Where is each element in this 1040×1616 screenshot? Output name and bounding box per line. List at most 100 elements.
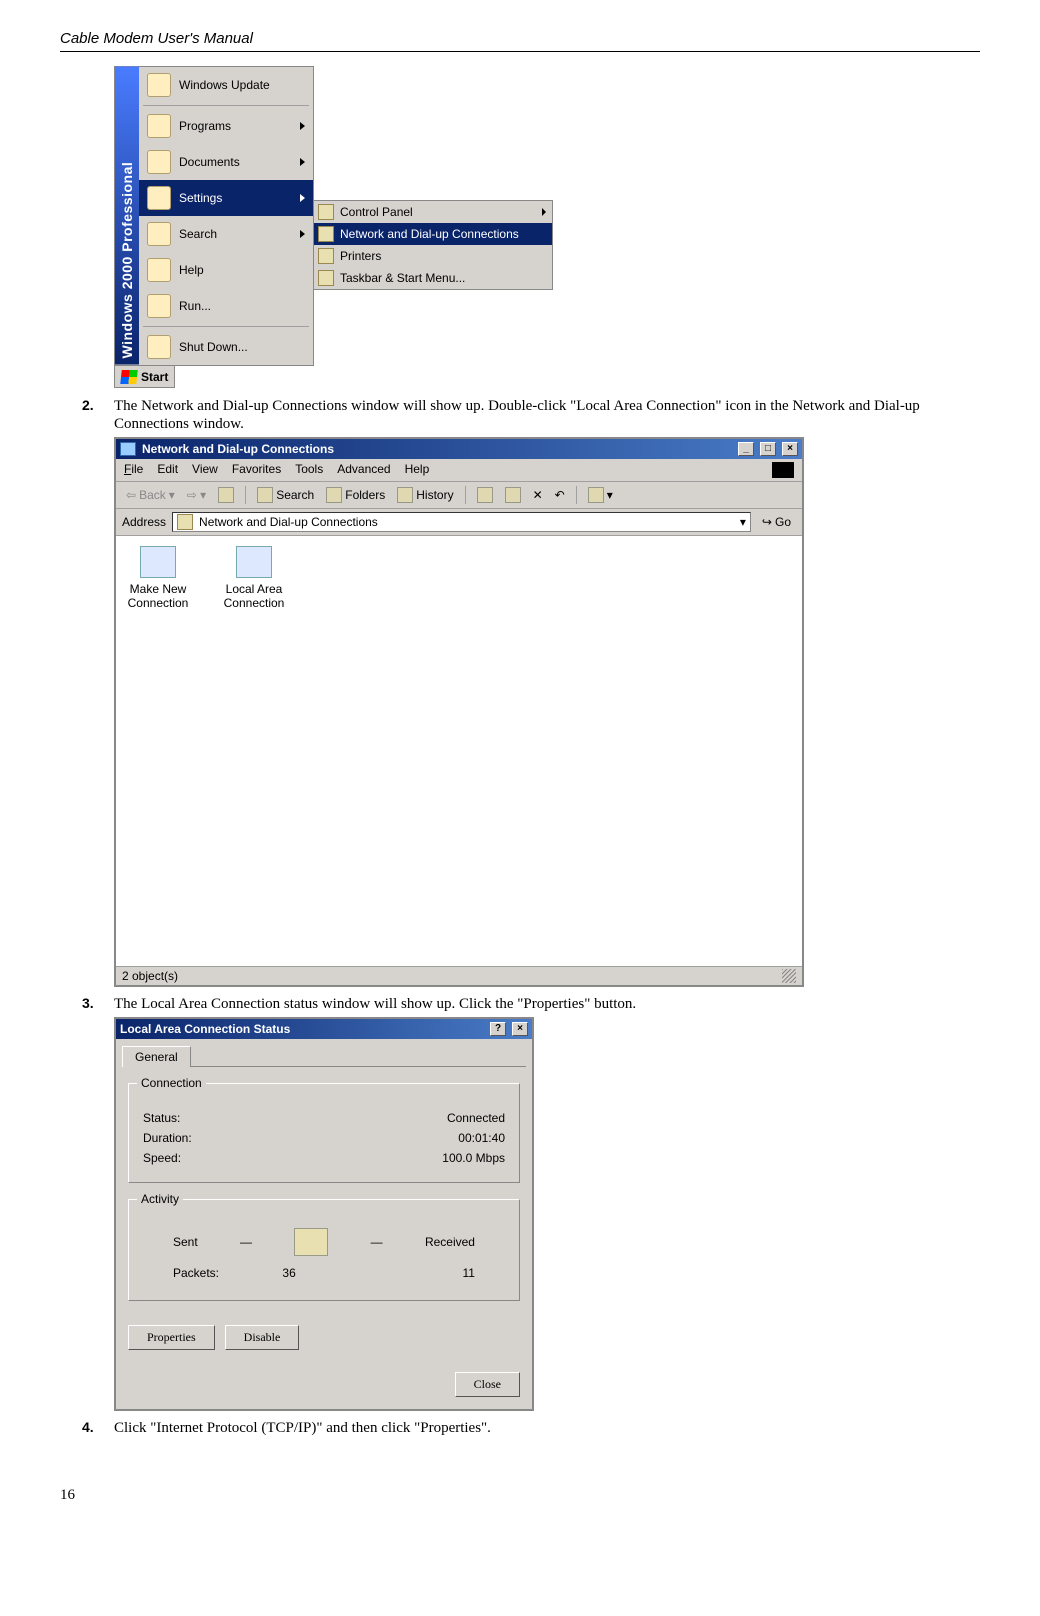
start-menu: Windows 2000 Professional Windows Update… — [114, 66, 314, 366]
step-3: 3. The Local Area Connection status wind… — [82, 995, 980, 1013]
close-button[interactable]: × — [512, 1022, 528, 1036]
connection-group: Connection Status: Connected Duration: 0… — [128, 1083, 520, 1183]
dash: — — [240, 1235, 252, 1249]
activity-group: Activity Sent — — Received Packets: 36 1… — [128, 1199, 520, 1301]
start-item-label: Programs — [179, 119, 231, 133]
address-field[interactable]: Network and Dial-up Connections ▾ — [172, 512, 751, 532]
folders-button[interactable]: Folders — [322, 485, 389, 505]
copyto-button[interactable] — [501, 485, 525, 505]
tab-general[interactable]: General — [122, 1046, 191, 1067]
start-item-shutdown[interactable]: Shut Down... — [139, 329, 313, 365]
search-button[interactable]: Search — [253, 485, 318, 505]
status-label: Status: — [143, 1111, 180, 1125]
properties-button[interactable]: Properties — [128, 1325, 215, 1350]
menu-edit[interactable]: Edit — [157, 462, 178, 478]
close-button[interactable]: × — [782, 442, 798, 456]
disable-button[interactable]: Disable — [225, 1325, 300, 1350]
folders-icon — [326, 487, 342, 503]
go-button[interactable]: ↪ Go — [757, 512, 796, 532]
menubar: File Edit View Favorites Tools Advanced … — [116, 459, 802, 482]
submenu-label: Network and Dial-up Connections — [340, 227, 519, 241]
start-item-documents[interactable]: Documents — [139, 144, 313, 180]
start-item-run[interactable]: Run... — [139, 288, 313, 324]
go-icon: ↪ — [762, 515, 772, 529]
history-icon — [397, 487, 413, 503]
submenu-network[interactable]: Network and Dial-up Connections — [314, 223, 552, 245]
start-item-search[interactable]: Search — [139, 216, 313, 252]
menu-view[interactable]: View — [192, 462, 218, 478]
icon-label: Make New Connection — [126, 582, 190, 610]
delete-button[interactable]: ✕ — [529, 486, 547, 504]
chevron-right-icon — [300, 158, 305, 166]
page-header: Cable Modem User's Manual — [60, 30, 980, 52]
connection-wizard-icon — [140, 546, 176, 578]
status-value: Connected — [447, 1111, 505, 1125]
computers-icon — [294, 1228, 328, 1256]
make-new-connection[interactable]: Make New Connection — [126, 546, 190, 956]
up-icon — [218, 487, 234, 503]
duration-value: 00:01:40 — [458, 1131, 505, 1145]
network-icon — [318, 226, 334, 242]
start-item-windows-update[interactable]: Windows Update — [139, 67, 313, 103]
up-button[interactable] — [214, 485, 238, 505]
start-item-label: Help — [179, 263, 204, 277]
packets-label: Packets: — [173, 1266, 219, 1280]
moveto-icon — [477, 487, 493, 503]
dropdown-icon[interactable]: ▾ — [740, 515, 746, 529]
start-item-programs[interactable]: Programs — [139, 108, 313, 144]
menu-tools[interactable]: Tools — [295, 462, 323, 478]
back-button[interactable]: ⇦ Back ▾ — [122, 486, 179, 504]
group-title: Connection — [137, 1076, 206, 1090]
address-label: Address — [122, 515, 166, 529]
submenu-control-panel[interactable]: Control Panel — [314, 201, 552, 223]
speed-value: 100.0 Mbps — [442, 1151, 505, 1165]
start-menu-figure: Windows 2000 Professional Windows Update… — [114, 66, 980, 389]
status-text: 2 object(s) — [122, 969, 178, 983]
moveto-button[interactable] — [473, 485, 497, 505]
start-menu-banner: Windows 2000 Professional — [115, 67, 139, 365]
menu-favorites[interactable]: Favorites — [232, 462, 281, 478]
menu-file[interactable]: File — [124, 462, 143, 478]
undo-button[interactable]: ↶ — [551, 486, 569, 504]
globe-icon — [147, 73, 171, 97]
step-number: 3. — [82, 995, 114, 1013]
menu-advanced[interactable]: Advanced — [337, 462, 390, 478]
submenu-label: Taskbar & Start Menu... — [340, 271, 465, 285]
start-item-settings[interactable]: Settings — [139, 180, 313, 216]
start-item-label: Search — [179, 227, 217, 241]
location-icon — [177, 514, 193, 530]
explorer-body: Make New Connection Local Area Connectio… — [116, 536, 802, 966]
start-item-help[interactable]: Help — [139, 252, 313, 288]
start-button[interactable]: Start — [114, 365, 175, 388]
chevron-right-icon — [300, 122, 305, 130]
minimize-button[interactable]: _ — [738, 442, 754, 456]
step-number: 2. — [82, 397, 114, 433]
windows-logo-icon — [772, 462, 794, 478]
help-button[interactable]: ? — [490, 1022, 506, 1036]
tab-strip: General — [122, 1045, 526, 1067]
group-title: Activity — [137, 1192, 183, 1206]
lan-status-dialog: Local Area Connection Status ? × General… — [114, 1017, 534, 1411]
step-4: 4. Click "Internet Protocol (TCP/IP)" an… — [82, 1419, 980, 1437]
local-area-connection[interactable]: Local Area Connection — [222, 546, 286, 956]
icon-label: Local Area Connection — [222, 582, 286, 610]
history-button[interactable]: History — [393, 485, 457, 505]
views-button[interactable]: ▾ — [584, 485, 617, 505]
separator — [143, 326, 309, 327]
resize-grip-icon[interactable] — [782, 969, 796, 983]
forward-button[interactable]: ⇨ ▾ — [183, 486, 210, 504]
separator — [143, 105, 309, 106]
maximize-button[interactable]: □ — [760, 442, 776, 456]
submenu-printers[interactable]: Printers — [314, 245, 552, 267]
sent-label: Sent — [173, 1235, 198, 1249]
settings-submenu: Control Panel Network and Dial-up Connec… — [313, 200, 553, 290]
submenu-label: Printers — [340, 249, 381, 263]
submenu-taskbar[interactable]: Taskbar & Start Menu... — [314, 267, 552, 289]
menu-help[interactable]: Help — [405, 462, 430, 478]
close-dialog-button[interactable]: Close — [455, 1372, 520, 1397]
windows-flag-icon — [120, 370, 137, 384]
submenu-label: Control Panel — [340, 205, 413, 219]
dialog-title: Local Area Connection Status — [120, 1022, 290, 1036]
titlebar: Network and Dial-up Connections _ □ × — [116, 439, 802, 459]
start-item-label: Run... — [179, 299, 211, 313]
